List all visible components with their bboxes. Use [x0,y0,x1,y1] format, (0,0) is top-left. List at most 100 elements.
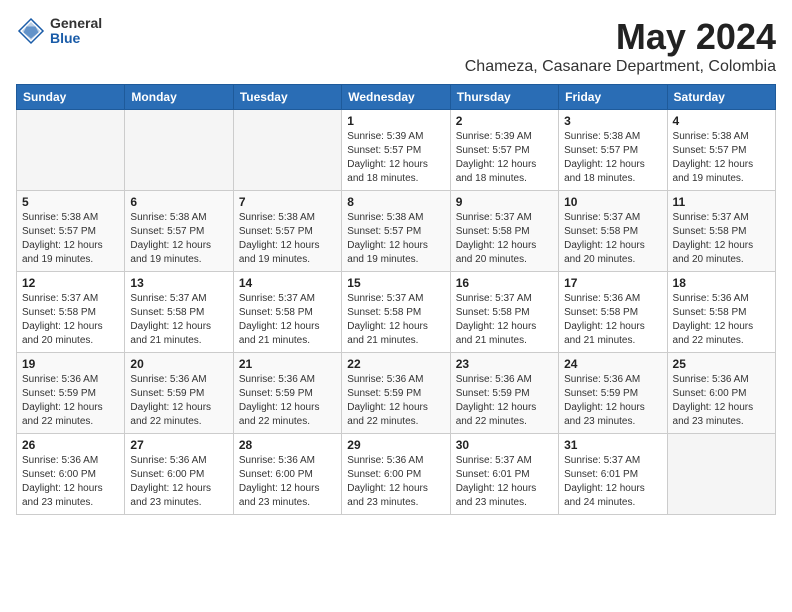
day-number: 5 [22,195,119,209]
day-info: Sunrise: 5:36 AM Sunset: 6:00 PM Dayligh… [22,454,119,510]
day-info: Sunrise: 5:36 AM Sunset: 6:00 PM Dayligh… [130,454,227,510]
calendar-day-cell: 10 Sunrise: 5:37 AM Sunset: 5:58 PM Dayli… [559,191,667,272]
day-info: Sunrise: 5:37 AM Sunset: 5:58 PM Dayligh… [239,292,336,348]
day-info: Sunrise: 5:39 AM Sunset: 5:57 PM Dayligh… [456,130,553,186]
day-number: 26 [22,438,119,452]
day-number: 24 [564,357,661,371]
day-number: 10 [564,195,661,209]
logo-text: General Blue [50,16,102,47]
calendar-day-cell: 1 Sunrise: 5:39 AM Sunset: 5:57 PM Daylig… [342,110,450,191]
day-info: Sunrise: 5:36 AM Sunset: 5:59 PM Dayligh… [22,373,119,429]
calendar-day-cell: 30 Sunrise: 5:37 AM Sunset: 6:01 PM Dayli… [450,434,558,515]
calendar-week-row: 1 Sunrise: 5:39 AM Sunset: 5:57 PM Daylig… [17,110,776,191]
calendar-day-cell: 14 Sunrise: 5:37 AM Sunset: 5:58 PM Dayli… [233,272,341,353]
calendar-day-cell: 29 Sunrise: 5:36 AM Sunset: 6:00 PM Dayli… [342,434,450,515]
day-number: 7 [239,195,336,209]
calendar-header: SundayMondayTuesdayWednesdayThursdayFrid… [17,85,776,110]
day-info: Sunrise: 5:38 AM Sunset: 5:57 PM Dayligh… [22,211,119,267]
day-number: 18 [673,276,770,290]
calendar-table: SundayMondayTuesdayWednesdayThursdayFrid… [16,84,776,515]
day-info: Sunrise: 5:37 AM Sunset: 6:01 PM Dayligh… [456,454,553,510]
day-number: 12 [22,276,119,290]
day-number: 23 [456,357,553,371]
calendar-body: 1 Sunrise: 5:39 AM Sunset: 5:57 PM Daylig… [17,110,776,515]
day-number: 30 [456,438,553,452]
calendar-day-cell: 23 Sunrise: 5:36 AM Sunset: 5:59 PM Dayli… [450,353,558,434]
calendar-day-cell: 5 Sunrise: 5:38 AM Sunset: 5:57 PM Daylig… [17,191,125,272]
day-header-row: SundayMondayTuesdayWednesdayThursdayFrid… [17,85,776,110]
day-number: 29 [347,438,444,452]
day-info: Sunrise: 5:37 AM Sunset: 5:58 PM Dayligh… [347,292,444,348]
day-info: Sunrise: 5:36 AM Sunset: 5:59 PM Dayligh… [130,373,227,429]
day-info: Sunrise: 5:36 AM Sunset: 5:59 PM Dayligh… [239,373,336,429]
day-number: 9 [456,195,553,209]
day-of-week-header: Wednesday [342,85,450,110]
day-number: 13 [130,276,227,290]
calendar-day-cell: 17Sunrise: 5:36 AM Sunset: 5:58 PM Dayli… [559,272,667,353]
location-subtitle: Chameza, Casanare Department, Colombia [465,58,776,76]
logo-general: General [50,16,102,31]
day-number: 27 [130,438,227,452]
calendar-day-cell: 13 Sunrise: 5:37 AM Sunset: 5:58 PM Dayli… [125,272,233,353]
day-number: 15 [347,276,444,290]
day-of-week-header: Saturday [667,85,775,110]
day-info: Sunrise: 5:39 AM Sunset: 5:57 PM Dayligh… [347,130,444,186]
day-info: Sunrise: 5:36 AM Sunset: 6:00 PM Dayligh… [347,454,444,510]
calendar-day-cell: 11 Sunrise: 5:37 AM Sunset: 5:58 PM Dayli… [667,191,775,272]
day-info: Sunrise: 5:36 AM Sunset: 6:00 PM Dayligh… [673,373,770,429]
logo: General Blue [16,16,102,47]
calendar-day-cell: 22Sunrise: 5:36 AM Sunset: 5:59 PM Dayli… [342,353,450,434]
day-of-week-header: Thursday [450,85,558,110]
day-info: Sunrise: 5:38 AM Sunset: 5:57 PM Dayligh… [347,211,444,267]
calendar-day-cell: 21 Sunrise: 5:36 AM Sunset: 5:59 PM Dayli… [233,353,341,434]
day-number: 4 [673,114,770,128]
day-number: 11 [673,195,770,209]
day-info: Sunrise: 5:37 AM Sunset: 5:58 PM Dayligh… [564,211,661,267]
day-info: Sunrise: 5:37 AM Sunset: 5:58 PM Dayligh… [130,292,227,348]
logo-blue: Blue [50,31,102,46]
calendar-day-cell [233,110,341,191]
calendar-day-cell: 19 Sunrise: 5:36 AM Sunset: 5:59 PM Dayli… [17,353,125,434]
calendar-day-cell: 31Sunrise: 5:37 AM Sunset: 6:01 PM Dayli… [559,434,667,515]
page-header: General Blue May 2024 Chameza, Casanare … [16,16,776,76]
calendar-week-row: 26 Sunrise: 5:36 AM Sunset: 6:00 PM Dayli… [17,434,776,515]
calendar-day-cell: 4 Sunrise: 5:38 AM Sunset: 5:57 PM Daylig… [667,110,775,191]
day-number: 3 [564,114,661,128]
day-info: Sunrise: 5:38 AM Sunset: 5:57 PM Dayligh… [564,130,661,186]
day-info: Sunrise: 5:37 AM Sunset: 5:58 PM Dayligh… [673,211,770,267]
calendar-day-cell: 2 Sunrise: 5:39 AM Sunset: 5:57 PM Daylig… [450,110,558,191]
day-number: 28 [239,438,336,452]
calendar-day-cell: 8Sunrise: 5:38 AM Sunset: 5:57 PM Daylig… [342,191,450,272]
day-of-week-header: Monday [125,85,233,110]
calendar-day-cell [17,110,125,191]
day-info: Sunrise: 5:37 AM Sunset: 5:58 PM Dayligh… [456,292,553,348]
day-of-week-header: Friday [559,85,667,110]
calendar-day-cell: 3 Sunrise: 5:38 AM Sunset: 5:57 PM Daylig… [559,110,667,191]
calendar-day-cell [125,110,233,191]
day-number: 20 [130,357,227,371]
day-number: 21 [239,357,336,371]
day-number: 1 [347,114,444,128]
calendar-day-cell: 7Sunrise: 5:38 AM Sunset: 5:57 PM Daylig… [233,191,341,272]
calendar-day-cell: 12Sunrise: 5:37 AM Sunset: 5:58 PM Dayli… [17,272,125,353]
day-number: 19 [22,357,119,371]
calendar-day-cell: 25Sunrise: 5:36 AM Sunset: 6:00 PM Dayli… [667,353,775,434]
day-number: 14 [239,276,336,290]
calendar-week-row: 12 Sunrise: 5:37 AM Sunset: 5:58 PM Dayli… [17,272,776,353]
day-of-week-header: Sunday [17,85,125,110]
calendar-day-cell: 20 Sunrise: 5:36 AM Sunset: 5:59 PM Dayli… [125,353,233,434]
day-info: Sunrise: 5:36 AM Sunset: 5:59 PM Dayligh… [347,373,444,429]
day-number: 17 [564,276,661,290]
day-info: Sunrise: 5:38 AM Sunset: 5:57 PM Dayligh… [673,130,770,186]
day-number: 2 [456,114,553,128]
day-info: Sunrise: 5:36 AM Sunset: 5:59 PM Dayligh… [456,373,553,429]
day-info: Sunrise: 5:37 AM Sunset: 5:58 PM Dayligh… [456,211,553,267]
calendar-week-row: 5 Sunrise: 5:38 AM Sunset: 5:57 PM Daylig… [17,191,776,272]
calendar-day-cell: 15 Sunrise: 5:37 AM Sunset: 5:58 PM Dayli… [342,272,450,353]
day-info: Sunrise: 5:37 AM Sunset: 6:01 PM Dayligh… [564,454,661,510]
calendar-day-cell: 9 Sunrise: 5:37 AM Sunset: 5:58 PM Daylig… [450,191,558,272]
title-block: May 2024 Chameza, Casanare Department, C… [465,16,776,76]
calendar-day-cell: 6Sunrise: 5:38 AM Sunset: 5:57 PM Daylig… [125,191,233,272]
calendar-day-cell: 26 Sunrise: 5:36 AM Sunset: 6:00 PM Dayli… [17,434,125,515]
day-info: Sunrise: 5:36 AM Sunset: 5:58 PM Dayligh… [673,292,770,348]
